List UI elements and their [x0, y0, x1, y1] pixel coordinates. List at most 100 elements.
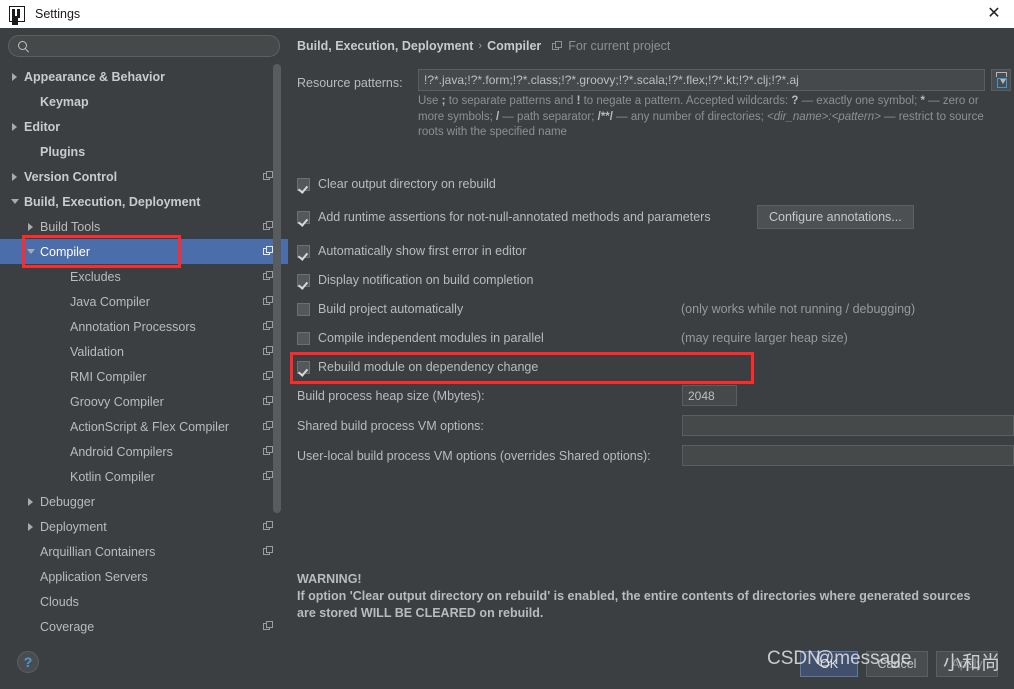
insert-field-icon[interactable]: [991, 69, 1011, 91]
sidebar-item-label: Groovy Compiler: [70, 394, 164, 409]
sidebar-item-label: Coverage: [40, 619, 95, 634]
settings-dialog: Settings ✕ Appearance & Behavior Keymap Ed…: [0, 0, 1014, 689]
checkbox-build-project-automatically[interactable]: Build project automatically: [297, 300, 463, 318]
sidebar-item-plugins[interactable]: Plugins: [0, 139, 288, 164]
sidebar-item-label: Compiler: [40, 244, 91, 259]
project-scope-label: For current project: [568, 39, 671, 53]
configure-annotations-button[interactable]: Configure annotations...: [757, 205, 914, 229]
sidebar-item-label: Kotlin Compiler: [70, 469, 155, 484]
sidebar-scrollbar-track[interactable]: [273, 64, 281, 641]
chevron-down-icon[interactable]: [24, 239, 40, 264]
sidebar-item-label: Clouds: [40, 594, 79, 609]
sidebar-item-excludes[interactable]: Excludes: [0, 264, 288, 289]
checkbox-compile-independent-modules-in-parallel[interactable]: Compile independent modules in parallel: [297, 329, 544, 347]
sidebar-item-actionscript-flex-compiler[interactable]: ActionScript & Flex Compiler: [0, 414, 288, 439]
userlocal-vm-options-label: User-local build process VM options (ove…: [297, 449, 651, 463]
sidebar-item-clouds[interactable]: Clouds: [0, 589, 288, 614]
shared-vm-options-input[interactable]: [683, 416, 1013, 435]
sidebar-item-label: Validation: [70, 344, 124, 359]
resource-patterns-field[interactable]: [418, 69, 985, 91]
sidebar-item-label: ActionScript & Flex Compiler: [70, 419, 230, 434]
checkbox-display-notification-on-build-completion[interactable]: Display notification on build completion: [297, 271, 533, 289]
configure-annotations-label: Configure annotations...: [769, 210, 902, 224]
checkbox-unchecked-icon[interactable]: [297, 331, 310, 345]
close-icon[interactable]: ✕: [974, 0, 1014, 28]
sidebar-item-java-compiler[interactable]: Java Compiler: [0, 289, 288, 314]
sidebar-item-annotation-processors[interactable]: Annotation Processors: [0, 314, 288, 339]
sidebar-item-label: Build Tools: [40, 219, 101, 234]
sidebar-item-keymap[interactable]: Keymap: [0, 89, 288, 114]
dialog-button-bar: ? OK Cancel Apply: [0, 641, 1014, 689]
sidebar-item-validation[interactable]: Validation: [0, 339, 288, 364]
cancel-button[interactable]: Cancel: [866, 651, 928, 677]
sidebar-item-label: Version Control: [24, 169, 118, 184]
ok-button-label: OK: [819, 657, 839, 671]
checkbox-checked-icon[interactable]: [297, 273, 310, 287]
sidebar-item-label: Editor: [24, 119, 61, 134]
shared-vm-options-field[interactable]: [682, 415, 1014, 436]
chevron-right-icon[interactable]: [24, 489, 40, 514]
breadcrumb-separator: ›: [478, 40, 483, 52]
sidebar-item-build-execution-deployment[interactable]: Build, Execution, Deployment: [0, 189, 288, 214]
sidebar-item-label: Deployment: [40, 519, 107, 534]
sidebar-item-kotlin-compiler[interactable]: Kotlin Compiler: [0, 464, 288, 489]
checkbox-unchecked-icon[interactable]: [297, 302, 310, 316]
heap-size-field[interactable]: [682, 385, 737, 406]
checkbox-rebuild-module-on-dependency-change[interactable]: Rebuild module on dependency change: [297, 358, 538, 376]
sidebar-item-build-tools[interactable]: Build Tools: [0, 214, 288, 239]
userlocal-vm-options-field[interactable]: [682, 445, 1014, 466]
checkbox-checked-icon[interactable]: [297, 210, 310, 224]
chevron-right-icon[interactable]: [8, 164, 24, 189]
sidebar-item-editor[interactable]: Editor: [0, 114, 288, 139]
sidebar-item-rmi-compiler[interactable]: RMI Compiler: [0, 364, 288, 389]
heap-size-label: Build process heap size (Mbytes):: [297, 389, 485, 403]
search-input[interactable]: [29, 39, 279, 53]
sidebar-scrollbar-thumb[interactable]: [273, 64, 281, 513]
breadcrumb-parent[interactable]: Build, Execution, Deployment: [297, 39, 473, 53]
checkbox-add-runtime-assertions-for-not-null-annotated-methods-and-parameters[interactable]: Add runtime assertions for not-null-anno…: [297, 208, 711, 226]
help-question-icon[interactable]: ?: [17, 651, 39, 673]
sidebar-item-appearance-behavior[interactable]: Appearance & Behavior: [0, 64, 288, 89]
chevron-right-icon[interactable]: [24, 214, 40, 239]
checkbox-clear-output-directory-on-rebuild[interactable]: Clear output directory on rebuild: [297, 175, 496, 193]
checkbox-checked-icon[interactable]: [297, 244, 310, 258]
resource-patterns-hint: Use ; to separate patterns and ! to nega…: [418, 95, 984, 138]
sidebar-item-application-servers[interactable]: Application Servers: [0, 564, 288, 589]
project-scope-indicator: For current project: [552, 39, 670, 53]
checkbox-checked-icon[interactable]: [297, 360, 310, 374]
sidebar-item-label: Application Servers: [40, 569, 148, 584]
intellij-idea-logo-icon: [9, 6, 25, 22]
chevron-right-icon[interactable]: [8, 64, 24, 89]
chevron-down-icon[interactable]: [8, 189, 24, 214]
heap-size-input[interactable]: [683, 388, 736, 403]
checkbox-automatically-show-first-error-in-editor[interactable]: Automatically show first error in editor: [297, 242, 526, 260]
warning-text: WARNING! If option 'Clear output directo…: [297, 571, 1007, 622]
sidebar-item-debugger[interactable]: Debugger: [0, 489, 288, 514]
sidebar-item-groovy-compiler[interactable]: Groovy Compiler: [0, 389, 288, 414]
sidebar-item-compiler[interactable]: Compiler: [0, 239, 288, 264]
sidebar-item-android-compilers[interactable]: Android Compilers: [0, 439, 288, 464]
breadcrumb: Build, Execution, Deployment › Compiler …: [297, 39, 670, 53]
userlocal-vm-options-input[interactable]: [683, 446, 1013, 465]
chevron-right-icon[interactable]: [24, 514, 40, 539]
checkbox-label: Clear output directory on rebuild: [318, 177, 496, 191]
settings-tree[interactable]: Appearance & Behavior Keymap Editor Plugins…: [0, 64, 288, 641]
warning-line-1: If option 'Clear output directory on reb…: [297, 589, 971, 603]
chevron-right-icon[interactable]: [8, 114, 24, 139]
search-box[interactable]: [8, 35, 280, 57]
checkbox-checked-icon[interactable]: [297, 177, 310, 191]
sidebar-item-arquillian-containers[interactable]: Arquillian Containers: [0, 539, 288, 564]
resource-patterns-input[interactable]: [419, 73, 984, 87]
sidebar-item-version-control[interactable]: Version Control: [0, 164, 288, 189]
sidebar-item-coverage[interactable]: Coverage: [0, 614, 288, 639]
sidebar-item-deployment[interactable]: Deployment: [0, 514, 288, 539]
ok-button[interactable]: OK: [800, 651, 858, 677]
